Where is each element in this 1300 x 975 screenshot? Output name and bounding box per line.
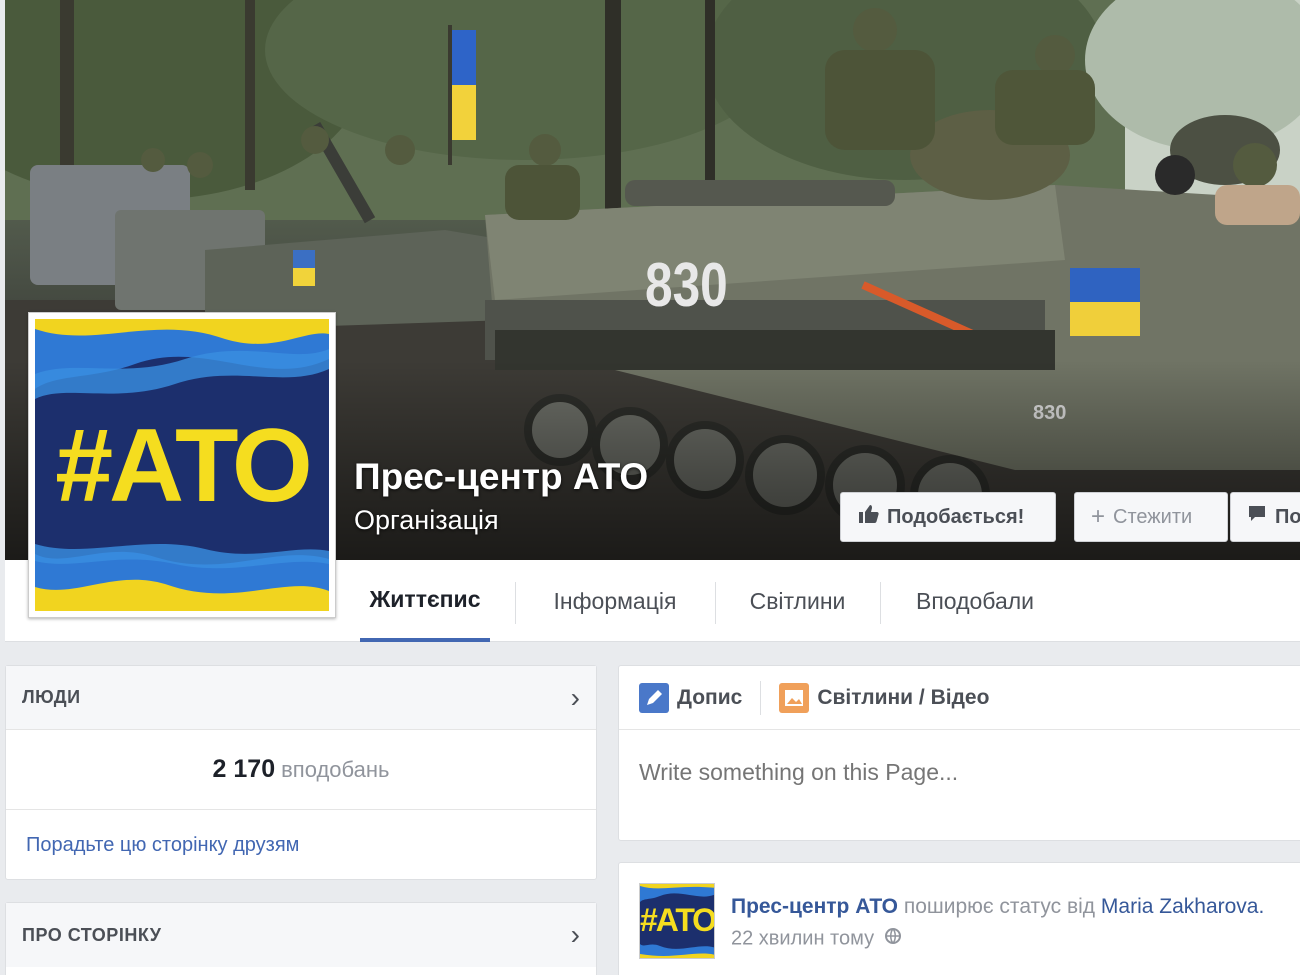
composer-input[interactable] bbox=[619, 730, 1300, 814]
feed-post: #АТО Прес-центр АТО поширює статус від M… bbox=[618, 862, 1300, 975]
people-card-header[interactable]: ЛЮДИ › bbox=[6, 666, 596, 730]
page-category[interactable]: Організація bbox=[354, 505, 499, 536]
tab-info[interactable]: Інформація bbox=[525, 560, 705, 642]
tab-divider bbox=[515, 582, 516, 624]
page-title[interactable]: Прес-центр АТО bbox=[354, 456, 648, 498]
profile-picture[interactable]: #АТО bbox=[28, 312, 336, 618]
thumbs-up-icon bbox=[857, 503, 879, 531]
post-avatar-hashtag: #АТО bbox=[640, 902, 715, 938]
composer-tab-media-label: Світлини / Відео bbox=[817, 685, 990, 709]
people-card-title: ЛЮДИ bbox=[22, 687, 81, 707]
composer-tab-post-label: Допис bbox=[677, 685, 743, 709]
post-avatar[interactable]: #АТО bbox=[639, 883, 715, 959]
like-button[interactable]: Подобається! bbox=[840, 492, 1056, 542]
people-card: ЛЮДИ › 2 170 вподобань Порадьте цю сторі… bbox=[5, 665, 597, 880]
vehicle-number: 830 bbox=[645, 251, 728, 320]
message-button-label: По bbox=[1275, 505, 1300, 528]
chevron-right-icon[interactable]: › bbox=[571, 682, 580, 714]
globe-icon bbox=[884, 927, 902, 951]
composer-tab-post[interactable]: Допис bbox=[639, 682, 743, 713]
message-button[interactable]: По bbox=[1230, 492, 1300, 542]
likes-summary: 2 170 вподобань bbox=[6, 730, 596, 810]
tab-divider bbox=[880, 582, 881, 624]
like-button-label: Подобається! bbox=[887, 505, 1025, 528]
invite-friends-link[interactable]: Порадьте цю сторінку друзям bbox=[6, 810, 596, 880]
tab-likes[interactable]: Вподобали bbox=[890, 560, 1060, 642]
photo-icon bbox=[779, 682, 810, 713]
post-time-text: 22 хвилин тому bbox=[731, 927, 875, 950]
about-card-header[interactable]: ПРО СТОРІНКУ › bbox=[6, 903, 596, 967]
about-card-title: ПРО СТОРІНКУ bbox=[22, 924, 162, 945]
post-target-link[interactable]: Maria Zakharova. bbox=[1101, 895, 1264, 918]
message-icon bbox=[1247, 504, 1267, 530]
follow-button[interactable]: + Стежити bbox=[1074, 492, 1228, 542]
about-card: ПРО СТОРІНКУ › bbox=[5, 902, 597, 975]
chevron-right-icon[interactable]: › bbox=[571, 919, 580, 951]
post-composer: Допис Світлини / Відео bbox=[618, 665, 1300, 841]
composer-tab-media[interactable]: Світлини / Відео bbox=[779, 682, 990, 713]
likes-count: 2 170 bbox=[212, 755, 276, 783]
tab-timeline[interactable]: Життєпис bbox=[360, 560, 490, 642]
composer-tabs: Допис Світлини / Відео bbox=[619, 666, 1300, 730]
post-timestamp[interactable]: 22 хвилин тому bbox=[731, 927, 902, 951]
follow-button-label: Стежити bbox=[1113, 505, 1193, 528]
pencil-icon bbox=[639, 682, 669, 713]
post-header: Прес-центр АТО поширює статус від Maria … bbox=[731, 895, 1264, 919]
profile-hashtag: #АТО bbox=[55, 408, 313, 524]
tab-divider bbox=[715, 582, 716, 624]
post-author-link[interactable]: Прес-центр АТО bbox=[731, 895, 898, 918]
post-action-text: поширює статус від bbox=[903, 895, 1096, 918]
profile-picture-image: #АТО bbox=[35, 319, 329, 611]
composer-divider bbox=[760, 680, 762, 715]
tab-photos[interactable]: Світлини bbox=[725, 560, 870, 642]
facebook-page: 830 830 Прес-центр АТО Організація Подоб… bbox=[0, 0, 1300, 975]
likes-label: вподобань bbox=[281, 756, 390, 782]
plus-icon: + bbox=[1091, 503, 1106, 530]
